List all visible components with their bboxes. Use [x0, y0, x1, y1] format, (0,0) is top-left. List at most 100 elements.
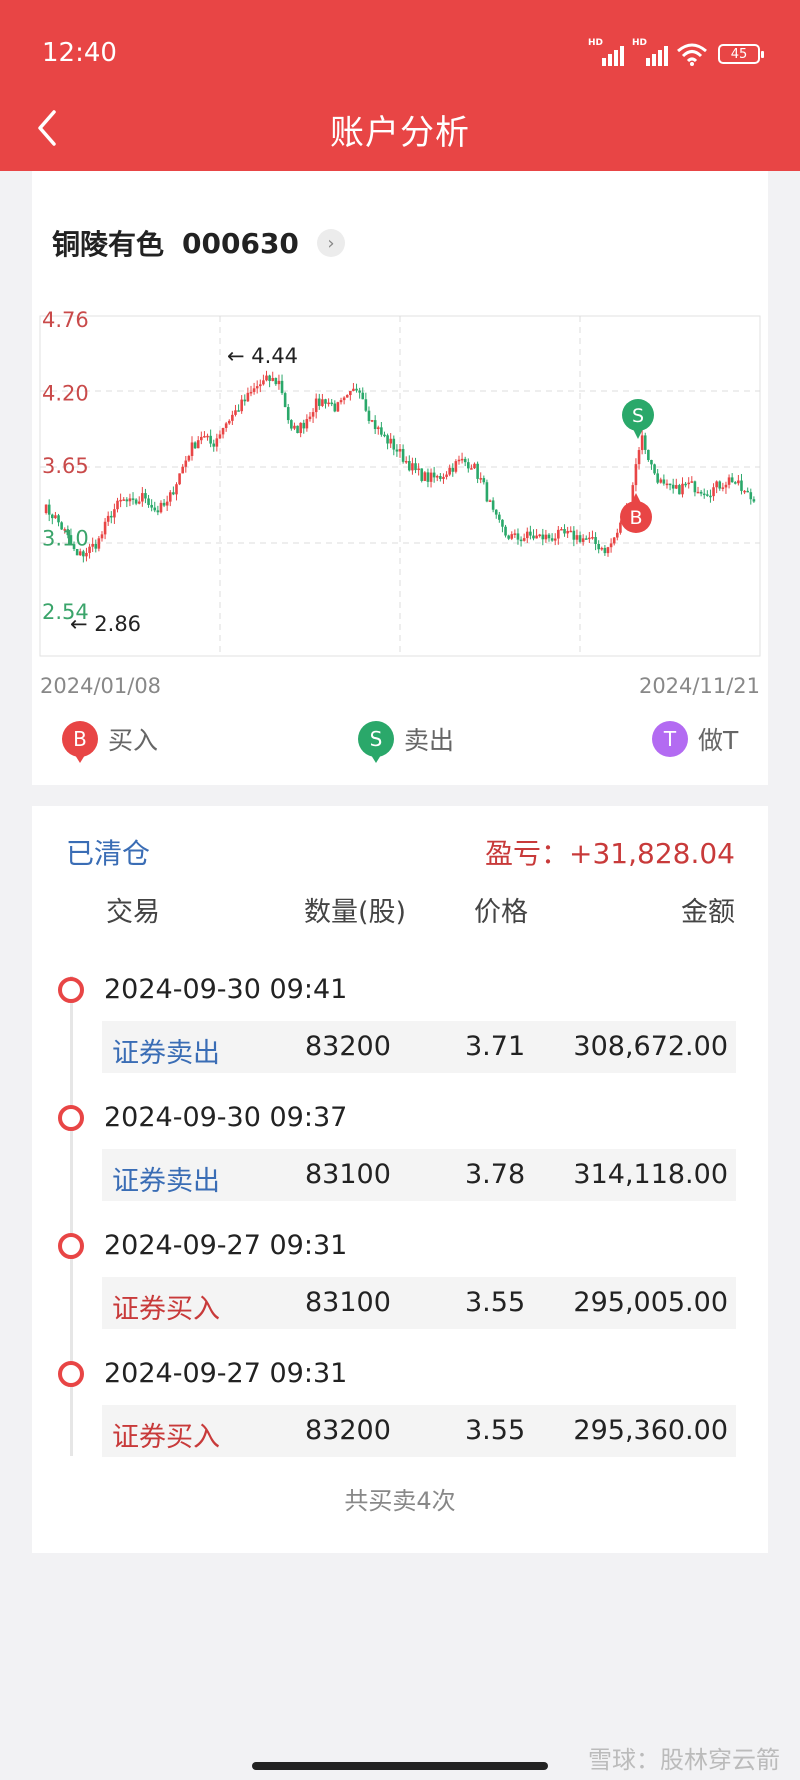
candle-body: [370, 420, 374, 422]
candle-body: [659, 479, 663, 483]
timeline-dot-icon: [58, 1105, 84, 1131]
candle-body: [693, 481, 697, 493]
stock-header[interactable]: 铜陵有色 000630 ›: [52, 223, 345, 263]
candle-body: [162, 502, 166, 506]
candle-body: [650, 459, 653, 465]
candle-body: [82, 551, 85, 557]
candle-body: [553, 538, 557, 541]
candle-body: [311, 412, 315, 417]
candle-body: [743, 490, 746, 493]
candle-body: [681, 483, 684, 495]
candle-body: [97, 538, 101, 549]
candle-body: [451, 467, 455, 472]
candle-body: [364, 399, 368, 411]
transaction-time: 2024-09-30 09:41: [104, 974, 348, 1005]
candle-body: [296, 425, 299, 434]
chevron-right-icon[interactable]: ›: [316, 229, 345, 257]
candle-body: [600, 547, 604, 550]
candle-body: [525, 531, 529, 539]
candle-body: [265, 375, 268, 381]
candle-body: [569, 530, 573, 533]
status-time: 12:40: [42, 38, 117, 68]
t-marker-icon: T: [652, 721, 688, 757]
candle-body: [420, 468, 424, 481]
candle-body: [106, 515, 110, 522]
candle-body: [324, 399, 327, 404]
battery-icon: 45: [718, 44, 764, 64]
candle-body: [470, 468, 473, 470]
candle-body: [634, 464, 638, 486]
candle-body: [156, 510, 160, 513]
y-tick-label: 3.10: [42, 526, 89, 550]
candle-body: [352, 388, 355, 391]
candle-body: [647, 449, 650, 460]
candle-body: [749, 492, 753, 500]
signal-icon: HD: [588, 38, 624, 66]
candle-body: [78, 551, 82, 556]
y-ticks: 4.764.203.653.102.54: [42, 311, 89, 624]
chart-card: 铜陵有色 000630 › 4.76 4.20 3.65 3.10 2.54 ← 4.4…: [32, 171, 768, 785]
candle-body: [159, 502, 163, 513]
candle-body: [240, 399, 243, 412]
candle-body: [119, 499, 122, 502]
candle-body: [184, 460, 188, 467]
candle-body: [44, 504, 48, 514]
candle-body: [752, 499, 756, 502]
transaction-row: 证券卖出 83200 3.71 308,672.00: [102, 1021, 736, 1073]
candle-body: [674, 485, 678, 489]
buy-marker[interactable]: B: [620, 493, 652, 533]
candle-body: [653, 464, 656, 474]
candle-body: [566, 530, 569, 534]
trade-count: 共买卖4次: [344, 1487, 456, 1515]
candle-body: [616, 532, 619, 538]
candle-body: [165, 501, 169, 506]
legend-buy: B 买入: [62, 721, 158, 763]
candle-body: [417, 468, 420, 471]
candle-body: [262, 380, 265, 385]
candle-body: [361, 392, 365, 400]
candle-body: [342, 397, 346, 401]
home-indicator[interactable]: [252, 1762, 548, 1770]
candle-body: [268, 375, 271, 381]
candle-body: [426, 472, 430, 482]
candle-body: [557, 529, 560, 539]
candle-body: [293, 425, 296, 429]
transaction-row: 证券卖出 83100 3.78 314,118.00: [102, 1149, 736, 1201]
candle-body: [485, 482, 489, 502]
candle-body: [671, 484, 675, 489]
page-title: 账户分析: [330, 113, 470, 153]
candle-body: [541, 534, 545, 540]
candle-body: [504, 526, 507, 536]
candle-body: [535, 535, 538, 539]
transaction-time: 2024-09-27 09:31: [104, 1358, 348, 1389]
timeline-dot-icon: [58, 1233, 84, 1259]
candle-body: [137, 501, 141, 504]
candle-body: [131, 498, 135, 500]
candle-body: [153, 507, 157, 511]
price-chart: 4.764.203.653.102.54 ← 4.44 ← 2.86 SB 20…: [39, 311, 761, 698]
candle-body: [637, 450, 641, 465]
transaction-type: 证券买入: [112, 1294, 220, 1325]
candle-body: [721, 487, 725, 489]
candle-body: [510, 534, 514, 539]
sell-marker[interactable]: S: [622, 399, 654, 439]
candle-body: [200, 436, 203, 441]
candle-body: [519, 539, 523, 542]
candle-body: [678, 485, 681, 495]
candle-body: [321, 399, 324, 406]
candle-body: [277, 380, 281, 385]
candle-body: [237, 410, 240, 412]
candle-body: [141, 493, 144, 502]
candle-body: [656, 473, 659, 483]
candle-body: [501, 519, 504, 527]
candle-body: [109, 515, 113, 518]
candle-body: [144, 493, 147, 499]
transaction-amount: 295,360.00: [573, 1415, 728, 1446]
candle-body: [221, 428, 225, 435]
candle-body: [584, 538, 588, 540]
candle-body: [473, 463, 476, 469]
candle-body: [603, 547, 607, 554]
transaction-price: 3.71: [465, 1031, 526, 1062]
candle-body: [209, 435, 212, 444]
candle-body: [612, 537, 616, 544]
